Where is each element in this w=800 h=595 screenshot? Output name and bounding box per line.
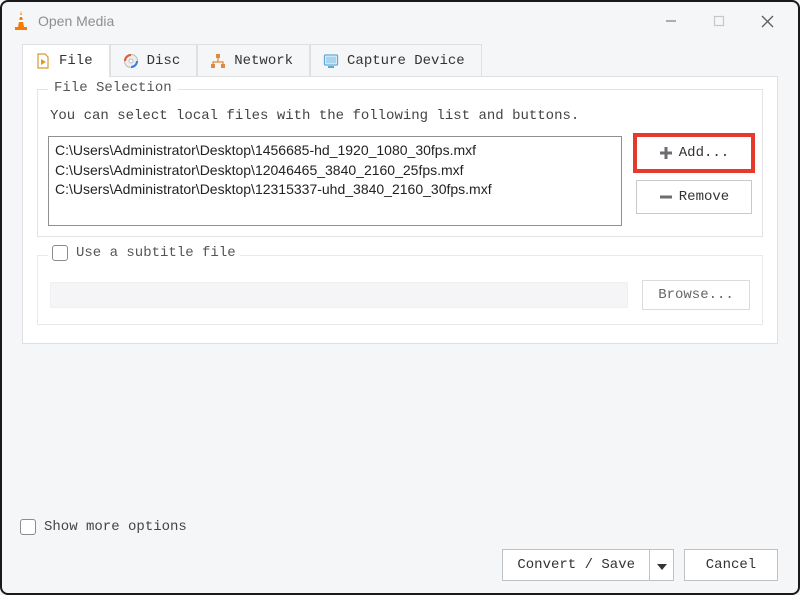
capture-icon [323,53,339,69]
tab-network-label: Network [234,53,293,69]
file-selection-group: File Selection You can select local file… [37,89,763,237]
window-title: Open Media [38,13,648,29]
tab-content: File Selection You can select local file… [22,76,778,344]
add-button[interactable]: Add... [636,136,752,170]
list-item[interactable]: C:\Users\Administrator\Desktop\12046465_… [55,161,615,181]
subtitle-path-input [50,282,628,308]
chevron-down-icon [657,558,667,573]
plus-icon [659,146,673,160]
convert-save-group: Convert / Save [502,549,674,581]
minus-icon [659,190,673,204]
convert-save-label: Convert / Save [517,557,635,573]
footer-buttons: Convert / Save Cancel [20,549,778,581]
close-button[interactable] [744,6,790,36]
titlebar: Open Media [2,2,798,40]
tab-capture[interactable]: Capture Device [310,44,482,77]
tab-disc[interactable]: Disc [110,44,198,77]
tab-file[interactable]: File [22,44,110,77]
file-buttons: Add... Remove [636,136,752,226]
minimize-button[interactable] [648,6,694,36]
disc-icon [123,53,139,69]
add-button-label: Add... [679,145,729,161]
remove-button-label: Remove [679,189,729,205]
vlc-cone-icon [12,10,30,32]
subtitle-checkbox[interactable] [52,245,68,261]
maximize-button[interactable] [696,6,742,36]
cancel-button[interactable]: Cancel [684,549,778,581]
subtitle-checkbox-row[interactable]: Use a subtitle file [48,245,240,261]
file-selection-legend: File Selection [48,80,178,96]
list-item[interactable]: C:\Users\Administrator\Desktop\1456685-h… [55,141,615,161]
file-selection-description: You can select local files with the foll… [50,108,752,124]
browse-button: Browse... [642,280,750,310]
convert-save-dropdown[interactable] [650,549,674,581]
browse-button-label: Browse... [658,287,734,303]
open-media-window: Open Media File Disc [0,0,800,595]
file-icon [35,53,51,69]
subtitle-label: Use a subtitle file [76,245,236,261]
show-more-label: Show more options [44,519,187,535]
cancel-button-label: Cancel [706,557,756,573]
show-more-options-row[interactable]: Show more options [20,519,778,535]
footer: Show more options Convert / Save Cancel [20,519,778,581]
show-more-checkbox[interactable] [20,519,36,535]
window-controls [648,6,790,36]
convert-save-button[interactable]: Convert / Save [502,549,650,581]
tab-file-label: File [59,53,93,69]
subtitle-group: Use a subtitle file Browse... [37,255,763,325]
file-list[interactable]: C:\Users\Administrator\Desktop\1456685-h… [48,136,622,226]
tabs: File Disc Network Capture Device [2,40,798,77]
network-icon [210,53,226,69]
tab-capture-label: Capture Device [347,53,465,69]
tab-disc-label: Disc [147,53,181,69]
tab-network[interactable]: Network [197,44,310,77]
remove-button[interactable]: Remove [636,180,752,214]
list-item[interactable]: C:\Users\Administrator\Desktop\12315337-… [55,180,615,200]
